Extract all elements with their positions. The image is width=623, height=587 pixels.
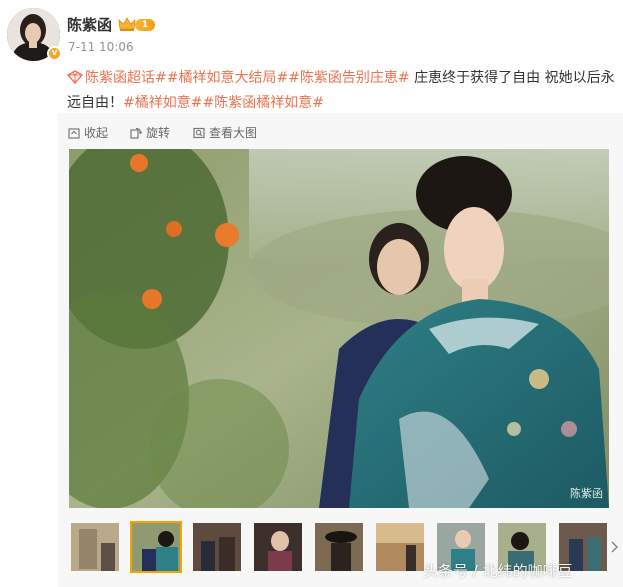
member-level-badge[interactable]: 1 [118,16,156,32]
supertopic-icon [67,70,83,84]
source-watermark: 头条号 / 北纬的咖啡豆 [423,562,573,580]
collapse-button[interactable]: 收起 [68,124,118,142]
level-number: 1 [135,19,155,31]
thumbnail-image [254,523,302,571]
topic-link-finale[interactable]: #橘祥如意大结局# [167,70,288,86]
topic-link-drama[interactable]: #橘祥如意# [123,95,202,111]
rotate-button[interactable]: 旋转 [130,124,180,142]
topic-link-supertopic[interactable]: 陈紫函超话# [85,70,167,86]
thumbnail-image [193,523,241,571]
thumbnail-1[interactable] [69,521,121,573]
avatar[interactable]: v [7,8,62,61]
thumbnail-image [71,523,119,571]
thumbnail-image [315,523,363,571]
post-text: 陈紫函超话##橘祥如意大结局##陈紫函告别庄恵# 庄恵终于获得了自由 祝她以后永… [67,66,615,116]
thumbnail-6[interactable] [374,521,426,573]
topic-link-farewell[interactable]: #陈紫函告别庄恵# [288,70,409,86]
username[interactable]: 陈紫函 [67,14,112,35]
main-photo-image [69,149,609,508]
thumbnail-2-active[interactable] [130,521,182,573]
chevron-right-icon[interactable] [610,540,620,554]
thumbnail-5[interactable] [313,521,365,573]
rotate-icon [130,127,142,139]
post-timestamp[interactable]: 7-11 10:06 [68,40,134,54]
view-large-label: 查看大图 [209,126,258,140]
topic-label: 陈紫函超话 [85,70,155,86]
zoom-icon [193,127,205,139]
verified-badge-icon: v [47,46,62,61]
crown-icon [118,17,136,31]
topic-hash: # [155,70,167,86]
view-large-button[interactable]: 查看大图 [193,124,265,142]
thumbnail-4[interactable] [252,521,304,573]
photo-watermark: 陈紫函 [570,487,603,500]
rotate-label: 旋转 [146,126,171,140]
thumbnail-image [376,523,424,571]
topic-link-actress-drama[interactable]: #陈紫函橘祥如意# [202,95,323,111]
collapse-label: 收起 [84,126,109,140]
thumbnail-image [132,523,180,571]
post-header: v 陈紫函 1 7-11 10:06 [0,0,623,64]
main-photo[interactable]: 陈紫函 [69,149,609,508]
collapse-icon [68,128,80,139]
thumbnail-3[interactable] [191,521,243,573]
